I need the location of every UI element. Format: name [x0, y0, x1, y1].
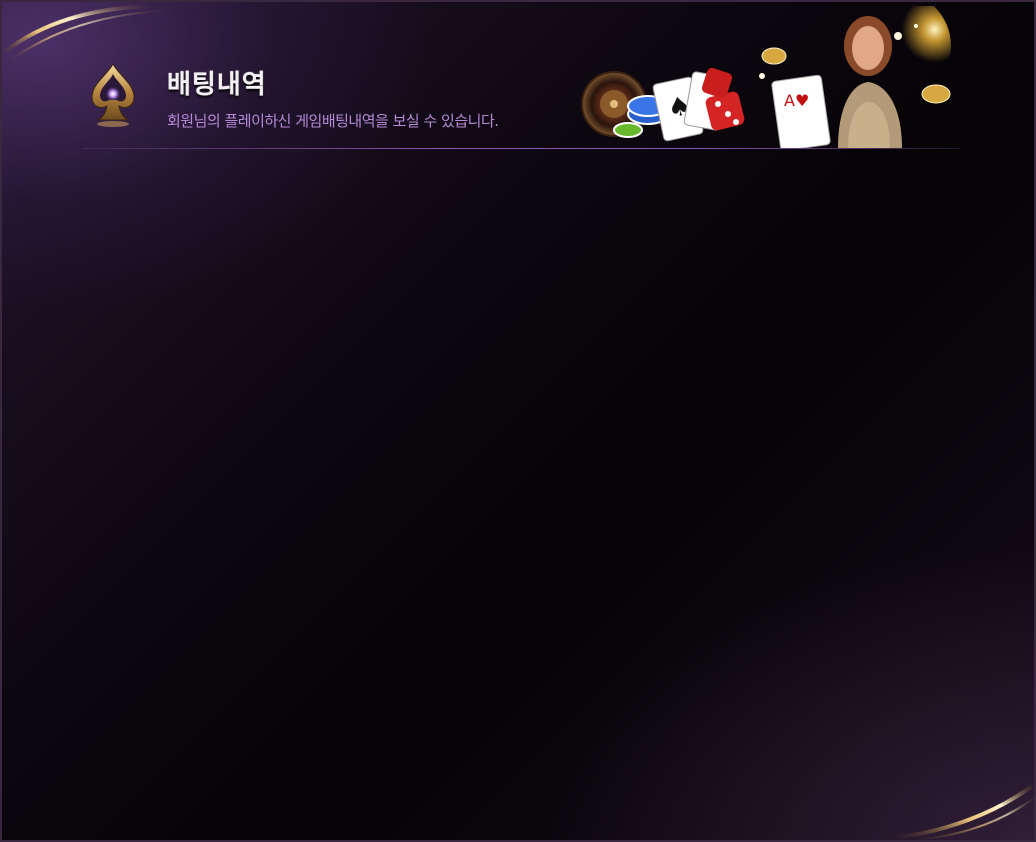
casino-banner-image: ♠ A♥	[581, 6, 951, 148]
betting-history-content	[82, 152, 960, 812]
svg-text:A♥: A♥	[784, 91, 809, 110]
modal-subtitle: 회원님의 플레이하신 게임배팅내역을 보실 수 있습니다.	[167, 112, 499, 130]
spade-icon	[91, 62, 135, 127]
header-divider	[82, 148, 960, 149]
betting-history-modal: 배팅내역 회원님의 플레이하신 게임배팅내역을 보실 수 있습니다. ♠ A♥	[0, 0, 1036, 842]
modal-title: 배팅내역	[167, 70, 267, 100]
